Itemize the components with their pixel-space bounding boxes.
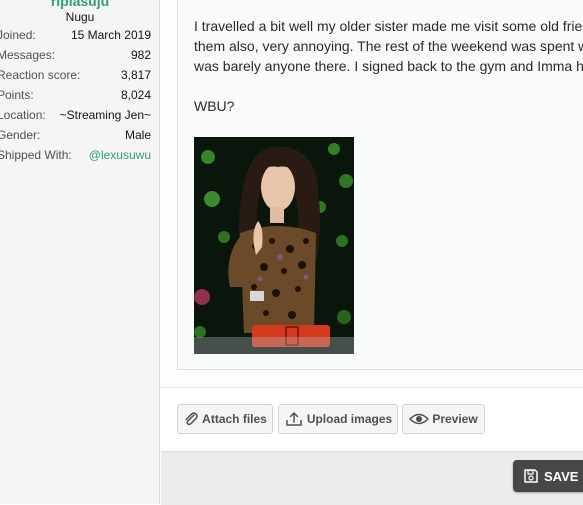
stat-label: Shipped With: bbox=[0, 148, 72, 162]
user-sidebar: riplasuju Nugu Joined: 15 March 2019 Mes… bbox=[0, 0, 160, 504]
stat-value: 8,024 bbox=[120, 88, 151, 102]
stat-shipped-with: Shipped With: @lexusuwu bbox=[0, 146, 151, 164]
message-line: them also, very annoying. The rest of th… bbox=[194, 38, 583, 54]
user-title: Nugu bbox=[65, 10, 95, 24]
stat-messages: Messages: 982 bbox=[0, 46, 151, 64]
floppy-disk-icon bbox=[524, 469, 538, 483]
attach-files-label: Attach files bbox=[202, 412, 267, 426]
stat-value: Male bbox=[124, 128, 151, 142]
stat-label: Location: bbox=[0, 108, 46, 122]
attach-files-button[interactable]: Attach files bbox=[177, 404, 273, 434]
stat-location: Location: ~Streaming Jen~ bbox=[0, 106, 151, 124]
paperclip-icon bbox=[185, 412, 198, 426]
message-line: I travelled a bit well my older sister m… bbox=[194, 18, 583, 34]
stat-reaction-score: Reaction score: 3,817 bbox=[0, 66, 151, 84]
upload-images-label: Upload images bbox=[306, 412, 393, 426]
username-link[interactable]: riplasuju bbox=[0, 0, 160, 8]
stat-value: ~Streaming Jen~ bbox=[59, 108, 151, 122]
stat-value: 3,817 bbox=[120, 68, 151, 82]
preview-button[interactable]: Preview bbox=[402, 404, 485, 434]
post-message: I travelled a bit well my older sister m… bbox=[194, 16, 583, 116]
stat-gender: Gender: Male bbox=[0, 126, 151, 144]
stat-points: Points: 8,024 bbox=[0, 86, 151, 104]
message-closing: WBU? bbox=[194, 98, 235, 114]
shipped-with-link[interactable]: @lexusuwu bbox=[89, 146, 151, 164]
stat-label: Joined: bbox=[0, 28, 36, 42]
stat-value: 982 bbox=[130, 48, 151, 62]
save-label: SAVE bbox=[544, 468, 579, 484]
message-line: was barely anyone there. I signed back t… bbox=[194, 58, 583, 74]
preview-label: Preview bbox=[432, 412, 478, 426]
post-image[interactable] bbox=[194, 137, 354, 354]
stat-value: 15 March 2019 bbox=[70, 28, 151, 42]
stat-label: Points: bbox=[0, 88, 34, 102]
upload-icon bbox=[286, 412, 302, 426]
save-button[interactable]: SAVE bbox=[513, 460, 583, 492]
upload-images-button[interactable]: Upload images bbox=[278, 404, 398, 434]
post-image-graphic bbox=[194, 137, 354, 354]
stat-label: Gender: bbox=[0, 128, 41, 142]
stat-label: Messages: bbox=[0, 48, 56, 62]
stat-label: Reaction score: bbox=[0, 68, 81, 82]
eye-icon bbox=[409, 413, 430, 425]
stat-joined: Joined: 15 March 2019 bbox=[0, 26, 151, 44]
